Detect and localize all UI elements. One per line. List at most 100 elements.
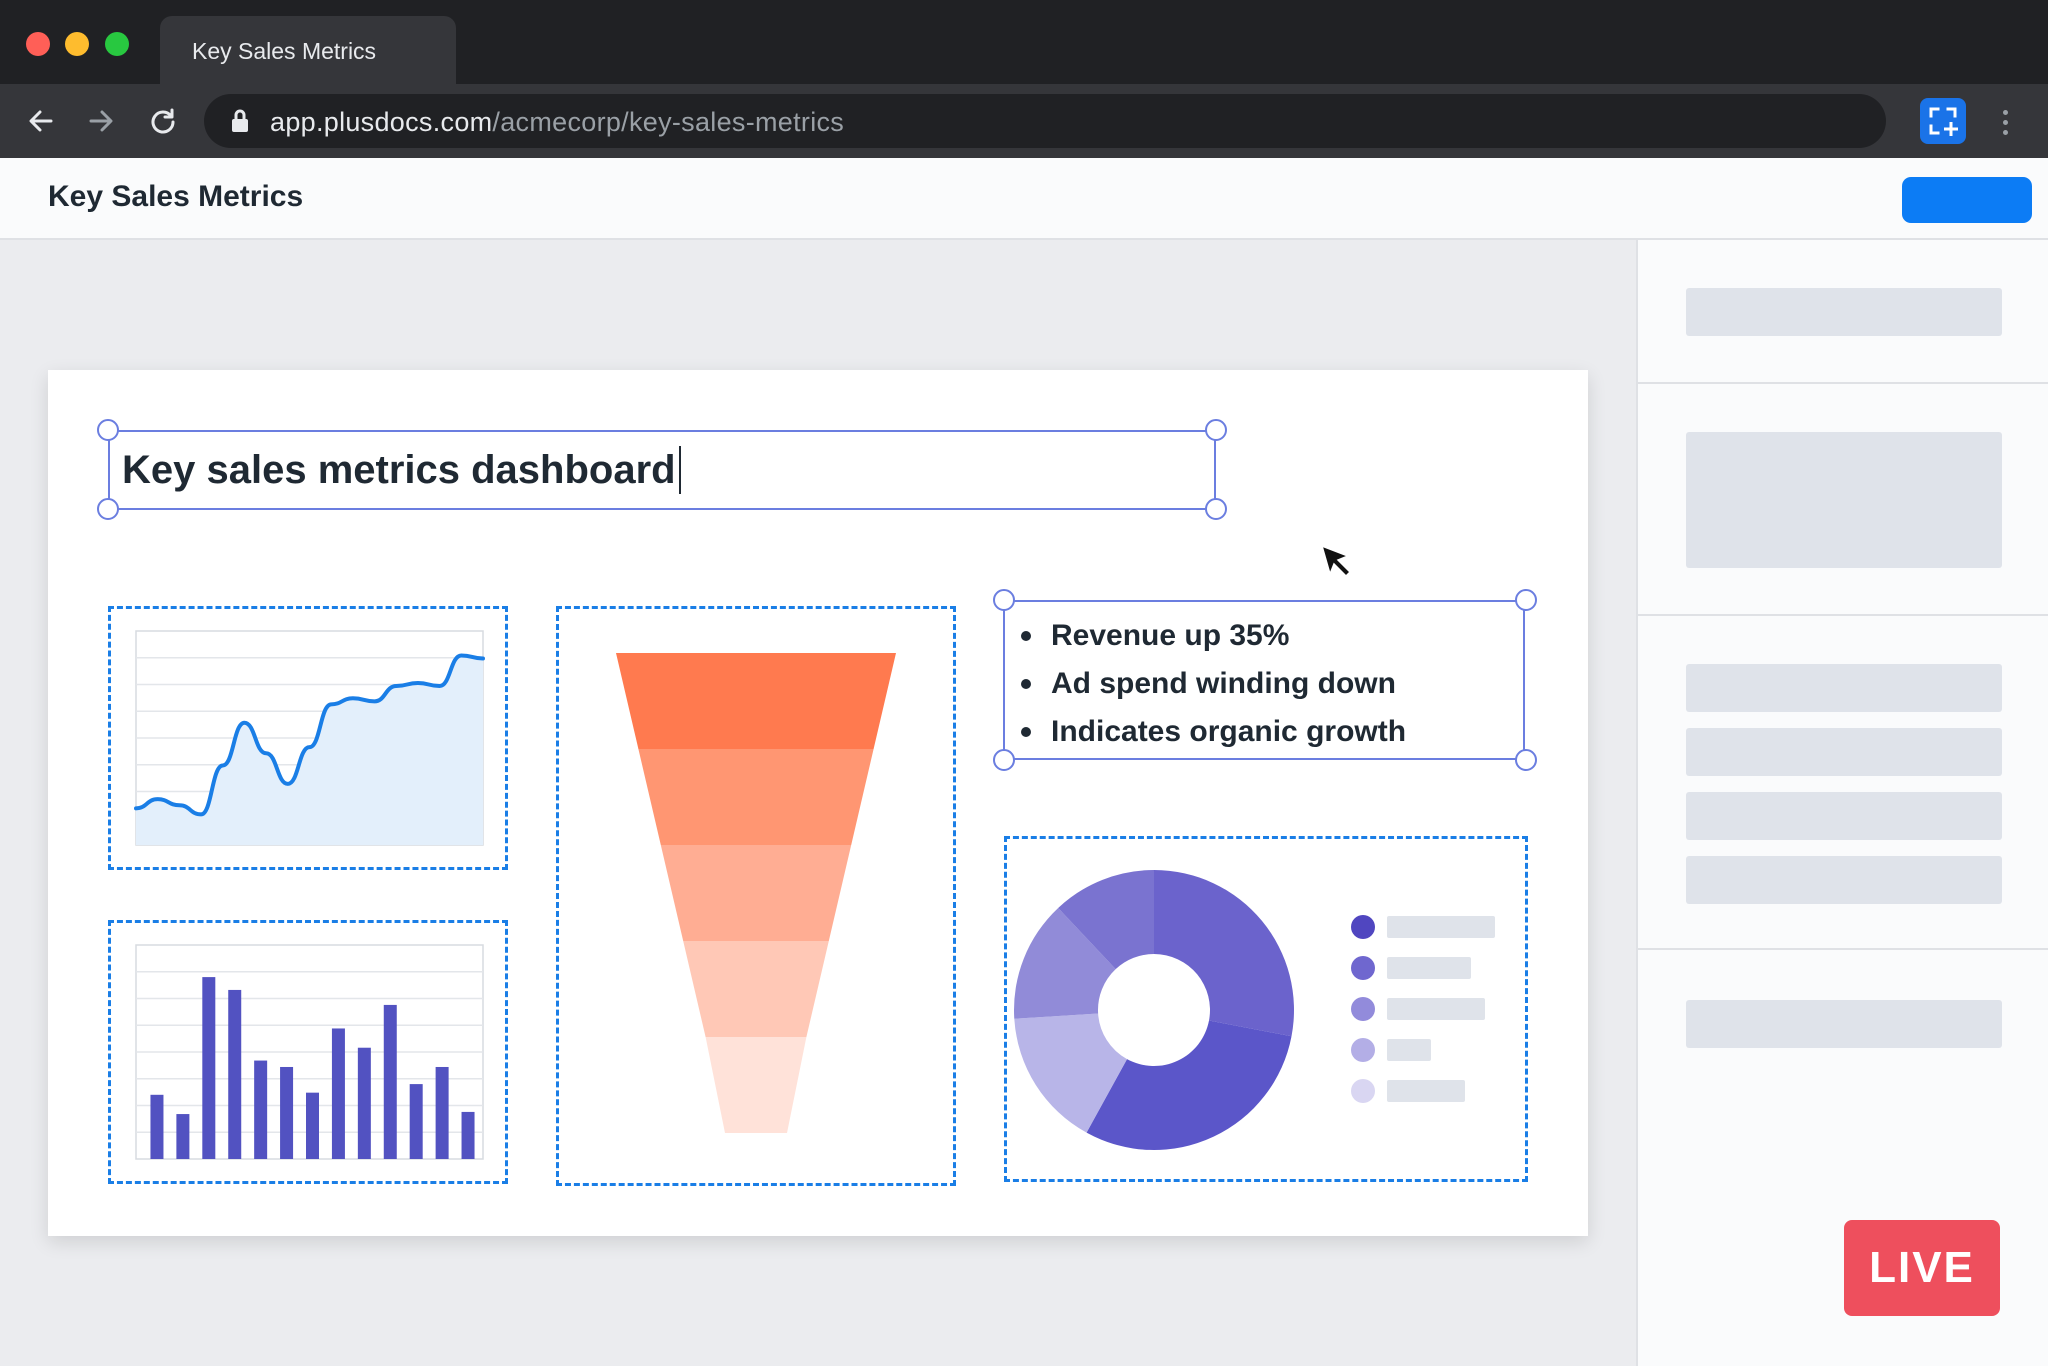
- browser-tab-title: Key Sales Metrics: [192, 38, 377, 64]
- browser-menu-button[interactable]: [1990, 102, 2020, 142]
- funnel-stage: [616, 653, 896, 749]
- app-header: Key Sales Metrics: [0, 158, 2048, 240]
- lock-icon: [232, 109, 248, 132]
- skeleton-placeholder: [1686, 664, 2002, 712]
- funnel-stage: [705, 1037, 807, 1133]
- arrow-left-icon: [29, 110, 53, 132]
- skeleton-placeholder: [1686, 432, 2002, 568]
- bar: [306, 1092, 319, 1159]
- skeleton-placeholder: [1686, 288, 2002, 336]
- funnel-chart-frame[interactable]: [556, 606, 956, 1186]
- menu-dot: [2002, 129, 2008, 135]
- primary-action-button[interactable]: [1902, 177, 2032, 223]
- bar: [331, 1028, 345, 1159]
- browser-toolbar: app.plusdocs.com/acmecorp/key-sales-metr…: [0, 84, 2048, 158]
- back-button[interactable]: [20, 100, 62, 142]
- screen-capture-icon: [1929, 107, 1958, 136]
- forward-button[interactable]: [80, 100, 122, 142]
- legend-swatch: [1351, 956, 1375, 980]
- bar: [357, 1047, 371, 1159]
- reload-icon: [151, 108, 175, 134]
- bullet-item: Indicates organic growth: [1021, 708, 1406, 756]
- resize-handle[interactable]: [1205, 419, 1227, 441]
- bar: [254, 1060, 268, 1159]
- bar: [461, 1111, 475, 1159]
- skeleton-placeholder: [1686, 856, 2002, 904]
- bar: [202, 977, 216, 1159]
- bullet-dot: [1021, 631, 1031, 641]
- bullet-text: Revenue up 35%: [1051, 619, 1290, 652]
- address-url: app.plusdocs.com/acmecorp/key-sales-metr…: [270, 107, 844, 138]
- bar: [435, 1066, 449, 1159]
- resize-handle[interactable]: [1515, 749, 1537, 771]
- sidebar-section: [1638, 384, 2048, 616]
- donut-slice: [1086, 1020, 1292, 1150]
- legend-placeholder: [1387, 998, 1485, 1020]
- funnel-chart: [616, 653, 896, 1133]
- donut-chart-frame[interactable]: [1004, 836, 1528, 1182]
- url-host: app.plusdocs.com: [270, 107, 493, 137]
- legend-swatch: [1351, 1038, 1375, 1062]
- address-bar[interactable]: app.plusdocs.com/acmecorp/key-sales-metr…: [204, 94, 1886, 148]
- browser-tab[interactable]: Key Sales Metrics: [160, 16, 456, 84]
- skeleton-placeholder: [1686, 728, 2002, 776]
- menu-dot: [2002, 119, 2008, 125]
- bar: [280, 1066, 294, 1159]
- bullet-text: Indicates organic growth: [1051, 715, 1407, 748]
- legend-placeholder: [1387, 957, 1471, 979]
- line-chart-frame[interactable]: [108, 606, 508, 870]
- skeleton-placeholder: [1686, 792, 2002, 840]
- bar: [383, 1004, 397, 1159]
- mouse-pointer-icon: [1320, 544, 1352, 578]
- donut-chart: [1014, 870, 1495, 1150]
- close-window-button[interactable]: [26, 32, 50, 56]
- resize-handle[interactable]: [97, 419, 119, 441]
- page-title: Key Sales Metrics: [48, 180, 304, 213]
- slide-canvas[interactable]: Key sales metrics dashboard Revenue up 3…: [48, 370, 1588, 1236]
- bullet-dot: [1021, 727, 1031, 737]
- slide-title-box[interactable]: Key sales metrics dashboard: [108, 430, 1216, 510]
- bar-chart-frame[interactable]: [108, 920, 508, 1184]
- reload-button[interactable]: [142, 100, 184, 142]
- bullet-item: Revenue up 35%: [1021, 612, 1406, 660]
- menu-dot: [2002, 109, 2008, 115]
- resize-handle[interactable]: [1205, 498, 1227, 520]
- bullet-text: Ad spend winding down: [1051, 667, 1396, 700]
- resize-handle[interactable]: [1515, 589, 1537, 611]
- legend-swatch: [1351, 997, 1375, 1021]
- skeleton-placeholder: [1686, 1000, 2002, 1048]
- resize-handle[interactable]: [97, 498, 119, 520]
- funnel-stage: [660, 845, 852, 941]
- bar: [228, 989, 242, 1159]
- maximize-window-button[interactable]: [105, 32, 129, 56]
- bullet-item: Ad spend winding down: [1021, 660, 1406, 708]
- bar: [150, 1094, 164, 1159]
- funnel-stage: [683, 941, 829, 1037]
- browser-tab-bar: Key Sales Metrics: [0, 0, 2048, 84]
- legend-placeholder: [1387, 916, 1495, 938]
- line-area-chart: [134, 630, 485, 846]
- live-badge: LIVE: [1844, 1220, 2000, 1316]
- sidebar-section: [1638, 616, 2048, 950]
- resize-handle[interactable]: [993, 589, 1015, 611]
- slide-title-text: Key sales metrics dashboard: [122, 447, 676, 492]
- legend-placeholder: [1387, 1039, 1431, 1061]
- bar-chart: [135, 944, 484, 1160]
- bullet-text-box[interactable]: Revenue up 35% Ad spend winding down Ind…: [1003, 600, 1525, 760]
- legend-placeholder: [1387, 1080, 1465, 1102]
- bar: [176, 1114, 190, 1159]
- sidebar-section: [1638, 240, 2048, 384]
- bullet-dot: [1021, 679, 1031, 689]
- slide-title[interactable]: Key sales metrics dashboard: [122, 446, 681, 494]
- legend-swatch: [1351, 915, 1375, 939]
- funnel-stage: [638, 749, 874, 845]
- legend-swatch: [1351, 1079, 1375, 1103]
- minimize-window-button[interactable]: [65, 32, 89, 56]
- url-path: /acmecorp/key-sales-metrics: [492, 107, 845, 137]
- donut-slice: [1154, 870, 1294, 1037]
- resize-handle[interactable]: [993, 749, 1015, 771]
- bar: [409, 1084, 423, 1159]
- extension-button[interactable]: [1920, 98, 1966, 144]
- text-caret: [678, 446, 681, 494]
- bullet-list: Revenue up 35% Ad spend winding down Ind…: [1021, 612, 1406, 756]
